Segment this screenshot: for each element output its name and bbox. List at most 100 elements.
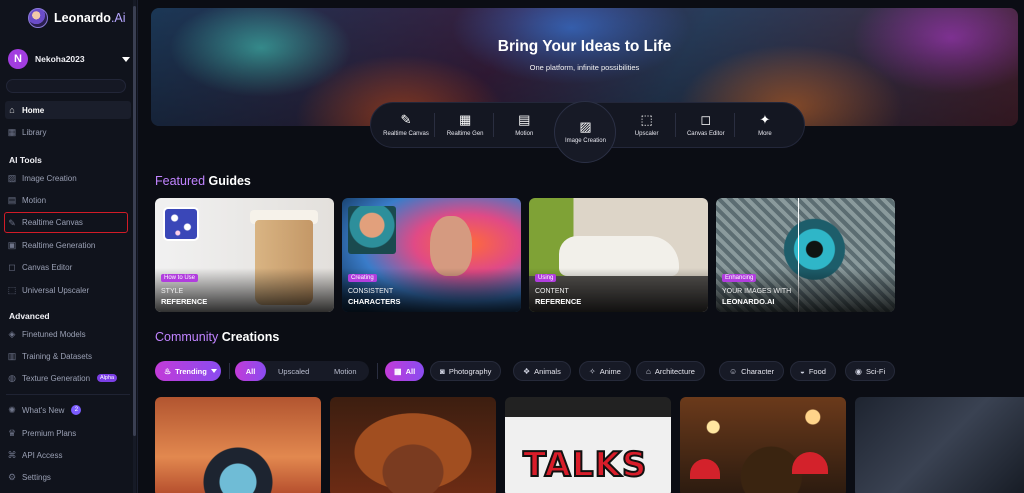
guide-caption-bold: Reference <box>161 297 208 306</box>
guide-tag: Using <box>535 274 557 282</box>
guide-caption-bold: Leonardo.Ai <box>722 297 775 306</box>
sidebar-item-image-creation[interactable]: ▨ Image Creation <box>5 169 131 187</box>
tool-more[interactable]: ✦ More <box>733 105 794 145</box>
guide-caption: Style <box>161 288 184 295</box>
sidebar-item-home[interactable]: ⌂ Home <box>5 101 131 119</box>
realtime-icon: ▦ <box>459 112 472 127</box>
sidebar-item-label: Realtime Canvas <box>22 218 83 227</box>
category-all[interactable]: ▦ All <box>385 361 425 381</box>
sidebar-item-label: Texture Generation <box>22 373 91 383</box>
tool-realtime-canvas[interactable]: ✎ Realtime Canvas <box>377 105 435 145</box>
token-bar <box>6 79 126 93</box>
santa-hat-image <box>690 459 720 479</box>
gear-icon: ✺ <box>8 405 16 415</box>
category-photography[interactable]: ◙ Photography <box>430 361 502 381</box>
chevron-down-icon[interactable] <box>122 56 130 62</box>
film-icon: ▤ <box>518 112 531 127</box>
community-card[interactable] <box>855 397 1024 493</box>
scope-motion[interactable]: Motion <box>325 361 366 381</box>
sidebar-item-canvas-editor[interactable]: ◻ Canvas Editor <box>5 258 131 276</box>
film-icon: ▤ <box>7 195 17 205</box>
category-architecture[interactable]: ⌂ Architecture <box>636 361 705 381</box>
portrait-image <box>430 216 472 276</box>
card-graffiti-text: TALKS <box>522 444 648 486</box>
sidebar-item-label: Motion <box>22 195 47 205</box>
sort-label: Trending <box>175 366 207 376</box>
sidebar-item-api-access[interactable]: ⌘ API Access <box>5 446 131 464</box>
sidebar-item-realtime-generation[interactable]: ▣ Realtime Generation <box>5 236 131 254</box>
realtime-icon: ▣ <box>7 240 17 250</box>
grid-icon: ▦ <box>7 127 17 137</box>
sidebar-item-label: Finetuned Models <box>22 329 86 339</box>
tool-motion[interactable]: ▤ Motion <box>493 105 553 145</box>
community-card[interactable] <box>330 397 496 493</box>
flame-icon: ♨ <box>164 366 172 376</box>
api-icon: ⌘ <box>7 450 17 460</box>
settings-icon: ⚙ <box>7 472 17 482</box>
guide-card-style-reference[interactable]: How to Use Style Reference <box>155 198 334 312</box>
community-card[interactable] <box>680 397 846 493</box>
brush-icon: ✎ <box>8 217 16 228</box>
tool-upscaler[interactable]: ⬚ Upscaler <box>618 105 676 145</box>
sidebar-item-label: API Access <box>22 450 63 460</box>
pattern-swatch-image <box>163 207 199 241</box>
sidebar-item-whats-new[interactable]: ✺ What's New 2 <box>5 401 131 419</box>
guide-card-enhancing[interactable]: Enhancing Your images with Leonardo.Ai <box>716 198 895 312</box>
sidebar-item-label: Canvas Editor <box>22 262 73 272</box>
guide-tag: How to Use <box>161 274 199 282</box>
reference-portrait-image <box>348 206 396 254</box>
guide-card-content-reference[interactable]: Using Content Reference <box>529 198 708 312</box>
category-food[interactable]: ◒ Food <box>790 361 836 381</box>
sidebar-item-label: Premium Plans <box>22 428 77 438</box>
sidebar-item-universal-upscaler[interactable]: ⬚ Universal Upscaler <box>5 281 131 299</box>
star-icon: ✧ <box>589 366 596 376</box>
featured-guides-heading: Featured Guides <box>155 174 251 188</box>
guide-caption-bold: Reference <box>535 297 582 306</box>
sidebar-item-motion[interactable]: ▤ Motion <box>5 191 131 209</box>
sort-dropdown[interactable]: ♨ Trending <box>155 361 221 381</box>
dataset-icon: ▥ <box>7 351 17 361</box>
sidebar-scroll-thumb[interactable] <box>133 6 136 436</box>
tool-label: Upscaler <box>634 131 659 137</box>
user-menu[interactable]: N Nekoha2023 <box>8 49 130 69</box>
tool-bar: ✎ Realtime Canvas ▦ Realtime Gen ▤ Motio… <box>370 101 805 163</box>
sidebar-item-premium-plans[interactable]: ♛ Premium Plans <box>5 424 131 442</box>
sidebar-item-settings[interactable]: ⚙ Settings <box>5 468 131 486</box>
category-anime[interactable]: ✧ Anime <box>579 361 631 381</box>
community-card[interactable]: TALKS <box>505 397 671 493</box>
tool-canvas-editor[interactable]: ◻ Canvas Editor <box>674 105 735 145</box>
category-sci-fi[interactable]: ◉ Sci-Fi <box>845 361 896 381</box>
brand[interactable]: Leonardo.Ai <box>28 8 126 28</box>
category-character[interactable]: ☺ Character <box>719 361 785 381</box>
tool-label: Realtime Gen <box>446 131 484 137</box>
grid-icon: ▦ <box>394 366 402 376</box>
avatar: N <box>8 49 28 69</box>
alien-icon: ◉ <box>855 366 862 376</box>
username: Nekoha2023 <box>35 54 85 64</box>
tool-label: Motion <box>515 131 534 137</box>
sidebar-item-label: Home <box>22 105 45 115</box>
guide-card-consistent-characters[interactable]: Creating Consistent Characters <box>342 198 521 312</box>
sidebar-item-label: Universal Upscaler <box>22 285 90 295</box>
brand-name: Leonardo.Ai <box>54 11 126 25</box>
guide-caption-bold: Characters <box>348 297 401 306</box>
hero-subtitle: One platform, infinite possibilities <box>529 63 640 72</box>
sidebar-item-texture-generation[interactable]: ◍ Texture Generation Alpha <box>5 369 131 387</box>
sidebar-item-finetuned-models[interactable]: ◈ Finetuned Models <box>5 325 131 343</box>
sidebar-item-label: Image Creation <box>22 173 77 183</box>
sidebar-item-label: Training & Datasets <box>22 351 92 361</box>
sidebar-item-label: Library <box>22 127 47 137</box>
tool-image-creation[interactable]: ▨ Image Creation <box>554 101 617 163</box>
sidebar-item-training-datasets[interactable]: ▥ Training & Datasets <box>5 347 131 365</box>
tool-realtime-gen[interactable]: ▦ Realtime Gen <box>434 105 494 145</box>
scope-upscaled[interactable]: Upscaled <box>269 361 318 381</box>
sidebar-item-realtime-canvas[interactable]: ✎ Realtime Canvas <box>4 212 128 233</box>
tool-label: Realtime Canvas <box>383 131 429 137</box>
sidebar-item-library[interactable]: ▦ Library <box>5 123 131 141</box>
scope-all[interactable]: All <box>235 361 266 381</box>
community-card[interactable] <box>155 397 321 493</box>
sidebar: Leonardo.Ai N Nekoha2023 ⌂ Home ▦ Librar… <box>0 0 138 493</box>
category-animals[interactable]: ❖ Animals <box>513 361 571 381</box>
sidebar-item-label: Settings <box>22 472 51 482</box>
santa-hat-image <box>792 452 828 474</box>
